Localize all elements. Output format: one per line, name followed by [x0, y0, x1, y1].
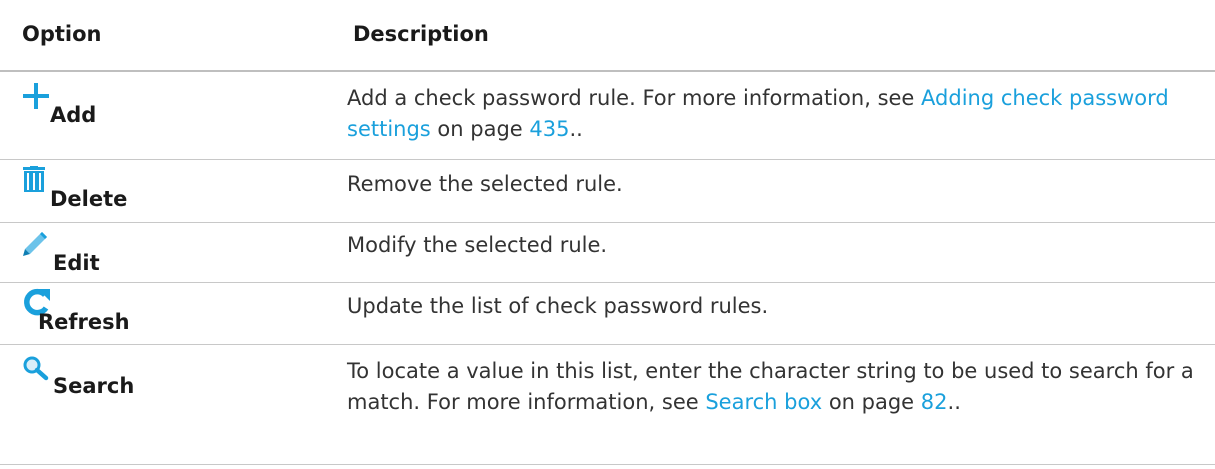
option-description: Update the list of check password rules. [347, 294, 769, 318]
table-row-refresh: Refresh Update the list of check passwor… [0, 283, 1215, 345]
option-description: Add a check password rule. For more info… [347, 83, 1197, 145]
table-row-delete: Delete Remove the selected rule. [0, 160, 1215, 223]
description-text: .. [569, 117, 583, 141]
trash-icon [22, 166, 46, 198]
search-box-link[interactable]: Search box [705, 390, 822, 414]
page-82-link[interactable]: 82 [921, 390, 948, 414]
option-label: Search [53, 374, 135, 398]
table-row-add: Add Add a check password rule. For more … [0, 72, 1215, 160]
page-435-link[interactable]: 435 [529, 117, 569, 141]
description-text: on page [430, 117, 530, 141]
description-text: Add a check password rule. For more info… [347, 86, 922, 110]
option-label: Refresh [38, 310, 130, 334]
option-label: Edit [53, 251, 100, 275]
table-row-edit: Edit Modify the selected rule. [0, 223, 1215, 283]
option-label: Add [50, 103, 97, 127]
plus-icon [22, 82, 50, 114]
option-description: Remove the selected rule. [347, 172, 623, 196]
table-row-search: Search To locate a value in this list, e… [0, 345, 1215, 465]
pencil-icon [22, 231, 48, 261]
table-header: Option Description [0, 0, 1215, 72]
option-description: Modify the selected rule. [347, 233, 608, 257]
option-column-header: Option [22, 22, 102, 46]
description-text: on page [822, 390, 921, 414]
option-description: To locate a value in this list, enter th… [347, 356, 1197, 418]
search-icon [22, 355, 50, 385]
description-column-header: Description [353, 22, 489, 46]
description-text: .. [947, 390, 961, 414]
option-label: Delete [50, 187, 128, 211]
